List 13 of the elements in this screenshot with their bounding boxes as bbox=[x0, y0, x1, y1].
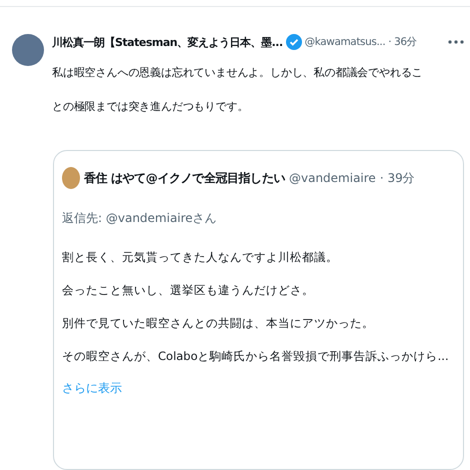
tweet-text: 私は暇空さんへの恩義は忘れていませんよ。しかし、私の都議会でやれるこ との極限までは突き進んだつもりです。 bbox=[52, 65, 424, 115]
avatar bbox=[62, 167, 80, 189]
quoted-author-handle: @vandemiaire bbox=[288, 171, 376, 185]
quoted-post-time: · 39分 bbox=[380, 170, 415, 186]
quoted-tweet-text: 割と長く、元気貰ってきた人なんですよ川松都議。 会ったこと無いし、選挙区も違うんだけどさ。 別件で見ていた暇空さんとの共闘は、本当にアツかった。 その暇空さんが、Colaboと駒崎氏から名誉毀損で刑事告訴ふっかけら... bbox=[62, 249, 450, 365]
reply-to-text: 返信先: @vandemiaireさん bbox=[62, 210, 218, 227]
author-handle[interactable]: @kawamatsus... bbox=[304, 36, 386, 48]
avatar[interactable] bbox=[12, 34, 44, 66]
author-name[interactable]: 川松真一朗【Statesman、変えよう日本、墨... bbox=[52, 34, 283, 50]
quoted-tweet-card[interactable]: 香住 はやて@イクノで全冠目指したい @vandemiaire · 39分 返信先: @vandemiaireさん 割と長く、元気貰ってきた人なんですよ川松都議。 会ったこと無いし、選挙区も違うんだけどさ。 別件で見ていた暇空さんとの共闘は、本当にアツかった。 その暇空さんが、Colaboと駒崎氏から名誉毀損で刑事告訴ふっかけら... さらに表示 bbox=[53, 150, 464, 470]
quoted-author-name: 香住 はやて@イクノで全冠目指したい bbox=[84, 170, 285, 186]
post-time[interactable]: · 36分 bbox=[388, 35, 418, 49]
more-icon[interactable] bbox=[448, 40, 464, 44]
